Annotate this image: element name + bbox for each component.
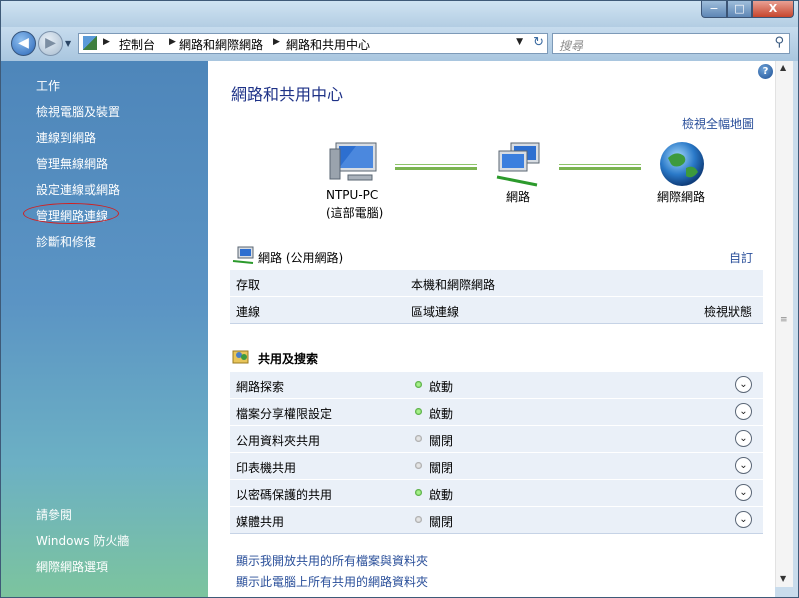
sharing-row-label: 印表機共用	[236, 461, 297, 475]
status-on-icon	[415, 381, 422, 388]
forward-button[interactable]: ▶	[38, 31, 63, 56]
breadcrumb-network-internet[interactable]: 網路和網際網路	[179, 36, 263, 53]
highlight-circle	[23, 203, 119, 224]
page-title: 網路和共用中心	[231, 85, 344, 104]
network-details-table: 存取 本機和網際網路 連線 區域連線 檢視狀態	[230, 269, 763, 324]
sharing-row-status: 關閉	[429, 515, 454, 529]
expand-chevron-icon[interactable]: ⌄	[735, 430, 752, 447]
sharing-icon	[232, 350, 249, 364]
sidebar-link-manage-wireless[interactable]: 管理無線網路	[36, 155, 108, 172]
scroll-up-icon[interactable]: ▲	[780, 63, 786, 72]
sharing-row-label: 網路探索	[236, 380, 285, 394]
computer-name: NTPU-PC	[326, 188, 379, 202]
access-label: 存取	[236, 278, 261, 292]
sharing-row-label: 檔案分享權限設定	[236, 407, 333, 421]
connection-label: 連線	[236, 305, 261, 319]
status-off-icon	[415, 435, 422, 442]
sharing-row-status: 啟動	[429, 380, 454, 394]
table-row: 印表機共用 關閉 ⌄	[230, 452, 763, 480]
internet-globe-icon[interactable]	[658, 140, 706, 188]
minimize-button[interactable]: −	[701, 1, 727, 18]
breadcrumb-control-panel[interactable]: 控制台	[119, 36, 155, 53]
table-row: 連線 區域連線 檢視狀態	[230, 296, 763, 324]
address-bar[interactable]: ▶ 控制台 ▶ 網路和網際網路 ▶ 網路和共用中心 ▼ ↻	[78, 33, 548, 54]
address-dropdown-icon[interactable]: ▼	[516, 37, 523, 47]
sidebar-link-connect-network[interactable]: 連線到網路	[36, 129, 96, 146]
network-small-icon	[232, 246, 254, 264]
control-panel-icon	[83, 36, 97, 50]
breadcrumb-arrow-icon[interactable]: ▶	[273, 37, 280, 47]
search-box[interactable]: 搜尋 ⚲	[552, 33, 790, 54]
sharing-row-label: 以密碼保護的共用	[236, 488, 333, 502]
scroll-down-icon[interactable]: ▼	[780, 574, 786, 583]
customize-link[interactable]: 自訂	[729, 249, 753, 266]
sharing-section-title: 共用及搜索	[258, 352, 319, 366]
table-row: 檔案分享權限設定 啟動 ⌄	[230, 398, 763, 426]
network-section-name: 網路 (公用網路)	[258, 251, 344, 265]
show-shared-files-link[interactable]: 顯示我開放共用的所有檔案與資料夾	[236, 552, 428, 569]
refresh-icon[interactable]: ↻	[533, 35, 544, 50]
status-on-icon	[415, 408, 422, 415]
task-pane: 工作 檢視電腦及裝置 連線到網路 管理無線網路 設定連線或網路 管理網路連線 診…	[1, 61, 208, 597]
sharing-row-label: 公用資料夾共用	[236, 434, 321, 448]
sharing-row-status: 啟動	[429, 407, 454, 421]
status-off-icon	[415, 462, 422, 469]
sidebar-link-view-computers[interactable]: 檢視電腦及裝置	[36, 103, 120, 120]
sharing-table: 網路探索 啟動 ⌄ 檔案分享權限設定 啟動 ⌄ 公用資料夾共用 關閉 ⌄ 印表機…	[230, 371, 763, 534]
sidebar-link-diagnose-repair[interactable]: 診斷和修復	[36, 233, 96, 250]
recent-pages-dropdown-icon[interactable]: ▼	[65, 39, 71, 48]
back-button[interactable]: ◀	[11, 31, 36, 56]
help-icon[interactable]: ?	[758, 64, 773, 79]
view-full-map-link[interactable]: 檢視全幅地圖	[682, 115, 754, 132]
expand-chevron-icon[interactable]: ⌄	[735, 511, 752, 528]
navigation-bar: ◀ ▶ ▼ ▶ 控制台 ▶ 網路和網際網路 ▶ 網路和共用中心 ▼ ↻ 搜尋 ⚲	[1, 27, 798, 61]
table-row: 以密碼保護的共用 啟動 ⌄	[230, 479, 763, 507]
see-also-heading: 請參閱	[36, 508, 73, 522]
table-row: 公用資料夾共用 關閉 ⌄	[230, 425, 763, 453]
vertical-scrollbar[interactable]: ▲ ≡ ▼	[775, 61, 793, 587]
title-bar: − □ X	[1, 1, 798, 27]
sharing-row-status: 啟動	[429, 488, 454, 502]
expand-chevron-icon[interactable]: ⌄	[735, 484, 752, 501]
table-row: 網路探索 啟動 ⌄	[230, 371, 763, 399]
network-label: 網路	[506, 190, 531, 204]
status-on-icon	[415, 489, 422, 496]
tasks-heading: 工作	[36, 79, 61, 93]
map-link-line	[559, 164, 641, 170]
expand-chevron-icon[interactable]: ⌄	[735, 376, 752, 393]
expand-chevron-icon[interactable]: ⌄	[735, 403, 752, 420]
sharing-row-status: 關閉	[429, 461, 454, 475]
maximize-button[interactable]: □	[727, 1, 752, 18]
breadcrumb-arrow-icon[interactable]: ▶	[103, 37, 110, 47]
show-shared-folders-link[interactable]: 顯示此電腦上所有共用的網路資料夾	[236, 573, 428, 590]
search-placeholder: 搜尋	[559, 39, 584, 53]
view-status-link[interactable]: 檢視狀態	[704, 303, 752, 320]
search-icon[interactable]: ⚲	[774, 35, 784, 50]
internet-label: 網際網路	[657, 190, 706, 204]
explorer-window: − □ X ◀ ▶ ▼ ▶ 控制台 ▶ 網路和網際網路 ▶ 網路和共用中心 ▼ …	[0, 0, 799, 598]
breadcrumb-network-sharing-center[interactable]: 網路和共用中心	[286, 36, 370, 53]
sidebar-link-internet-options[interactable]: 網際網路選項	[36, 558, 108, 575]
close-button[interactable]: X	[752, 1, 794, 18]
connection-value[interactable]: 區域連線	[411, 303, 459, 320]
access-value: 本機和網際網路	[411, 278, 496, 292]
table-row: 存取 本機和網際網路	[230, 269, 763, 297]
network-icon[interactable]	[493, 141, 545, 187]
table-row: 媒體共用 關閉 ⌄	[230, 506, 763, 534]
sidebar-link-setup-connection[interactable]: 設定連線或網路	[36, 181, 120, 198]
map-link-line	[395, 164, 477, 170]
sidebar-link-firewall[interactable]: Windows 防火牆	[36, 532, 129, 549]
computer-subtitle: (這部電腦)	[326, 206, 384, 220]
breadcrumb-arrow-icon[interactable]: ▶	[169, 37, 176, 47]
sharing-row-status: 關閉	[429, 434, 454, 448]
computer-icon[interactable]	[328, 141, 378, 187]
sharing-row-label: 媒體共用	[236, 515, 285, 529]
status-off-icon	[415, 516, 422, 523]
expand-chevron-icon[interactable]: ⌄	[735, 457, 752, 474]
scroll-thumb-grip-icon[interactable]: ≡	[780, 315, 788, 325]
